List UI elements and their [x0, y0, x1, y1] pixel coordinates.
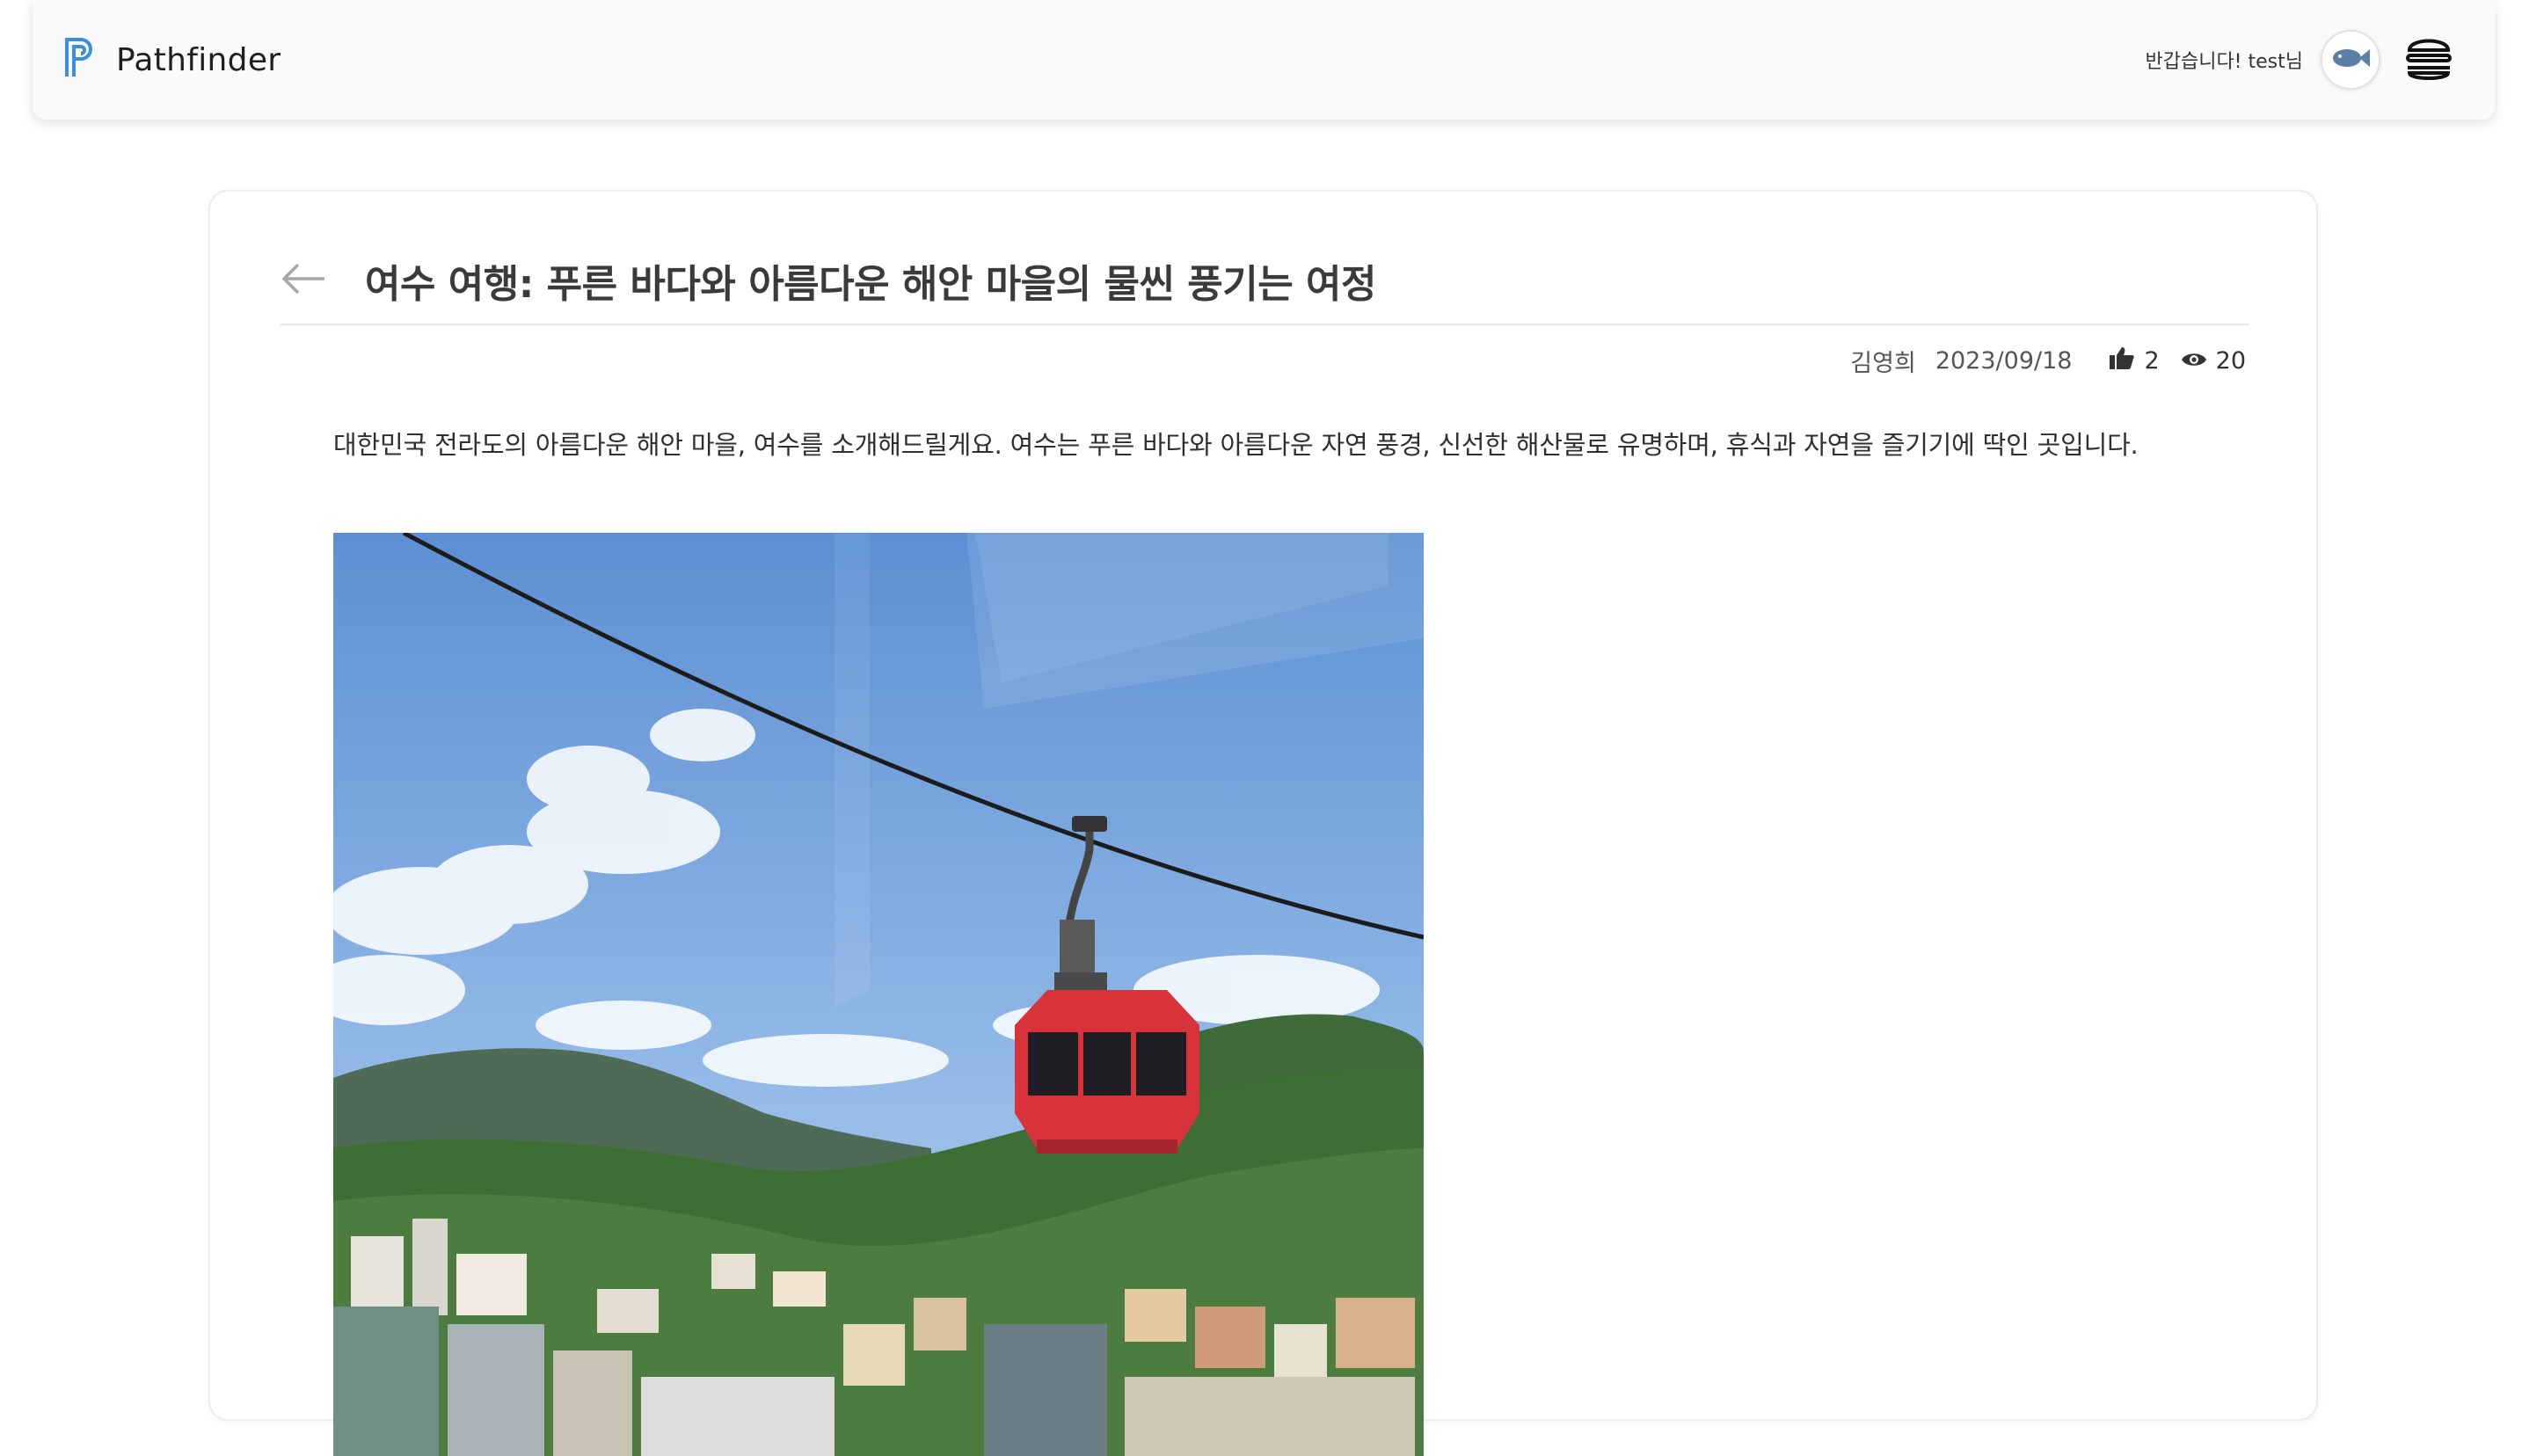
user-greeting: 반갑습니다! test님 [2145, 51, 2303, 73]
thumbs-up-icon [2109, 346, 2135, 376]
top-navbar: Pathfinder 반갑습니다! test님 [33, 0, 2495, 120]
like-count: 2 [2144, 346, 2160, 375]
brand-name: Pathfinder [116, 41, 281, 78]
post-body: 대한민국 전라도의 아름다운 해안 마을, 여수를 소개해드릴게요. 여수는 푸… [333, 430, 2139, 460]
post-author: 김영희 [1850, 349, 1916, 377]
fish-icon [2329, 44, 2372, 76]
post-title: 여수 여행: 푸른 바다와 아름다운 해안 마을의 물씬 풍기는 여정 [365, 262, 1376, 307]
arrow-left-icon [281, 261, 326, 300]
pathfinder-logo-icon [63, 36, 98, 84]
eye-icon [2181, 347, 2207, 375]
hamburger-menu-icon [2404, 33, 2453, 87]
post-title-row: 여수 여행: 푸른 바다와 아름다운 해안 마을의 물씬 풍기는 여정 [281, 237, 2249, 325]
post-date: 2023/09/18 [1935, 346, 2073, 375]
post-photo-cable-car [333, 533, 1424, 1456]
post-card: 여수 여행: 푸른 바다와 아름다운 해안 마을의 물씬 풍기는 여정 김영희 … [208, 190, 2318, 1456]
hamburger-menu-button[interactable] [2403, 34, 2454, 85]
back-button[interactable] [281, 259, 330, 302]
view-count-value: 20 [2215, 346, 2246, 375]
like-count-button[interactable]: 2 [2109, 346, 2160, 376]
brand-logo-link[interactable]: Pathfinder [63, 36, 281, 84]
post-meta: 김영희 2023/09/18 2 20 [1850, 343, 2246, 378]
user-avatar[interactable] [2321, 30, 2380, 90]
view-count: 20 [2181, 347, 2246, 375]
